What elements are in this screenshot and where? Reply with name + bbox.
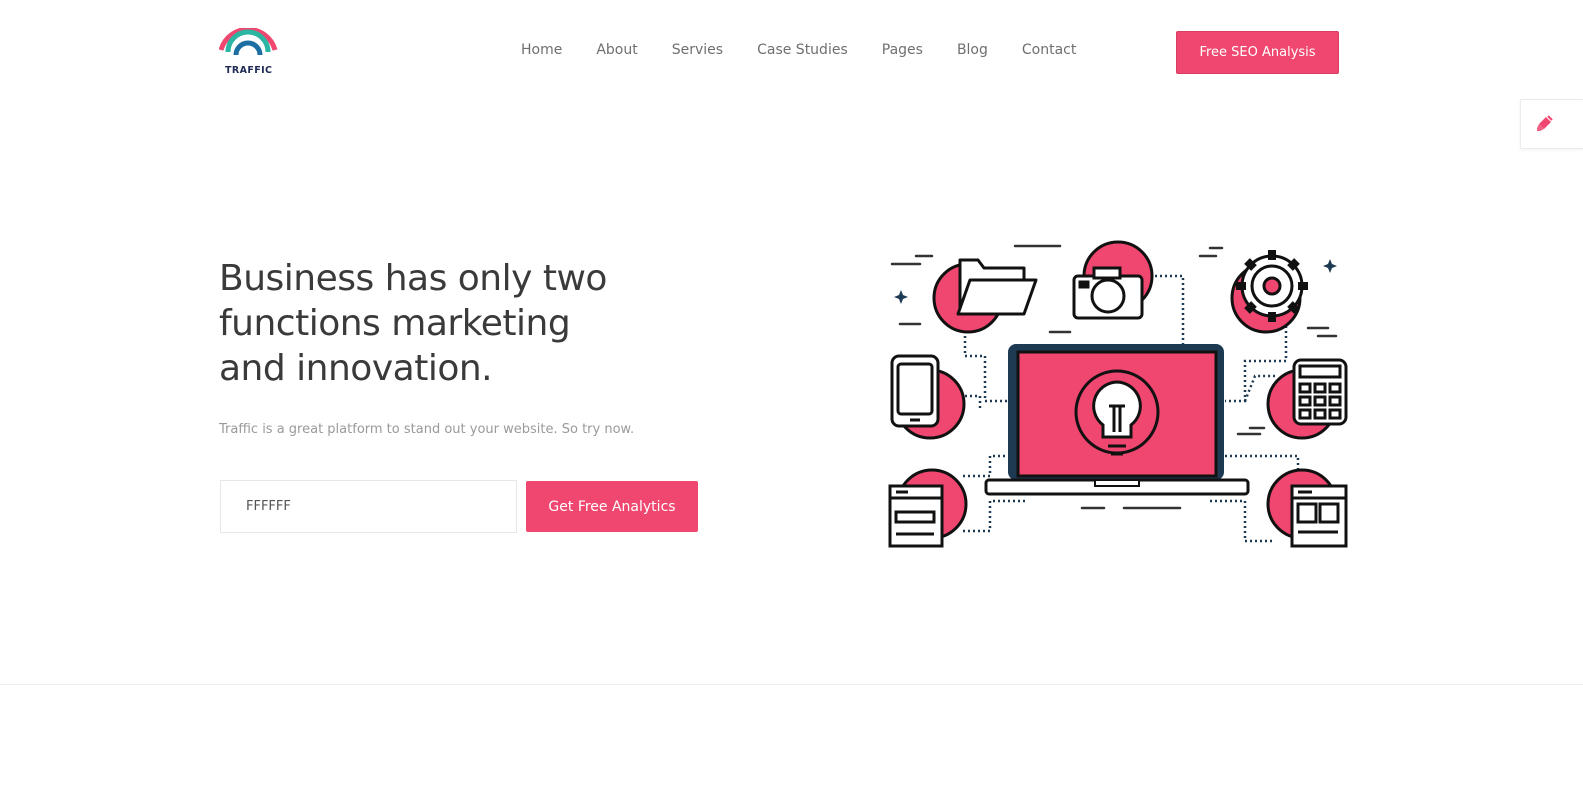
hero-subtitle: Traffic is a great platform to stand out… [219,422,635,437]
main-nav: Home About Servies Case Studies Pages Bl… [521,42,1076,58]
lightbulb-icon [1074,369,1160,456]
free-seo-analysis-button[interactable]: Free SEO Analysis [1176,31,1339,74]
calculator-icon [1292,358,1348,426]
logo-arcs-icon [219,28,278,56]
camera-icon [1072,266,1144,320]
smartphone-icon [890,354,940,428]
nav-item-services[interactable]: Servies [672,42,723,58]
nav-item-home[interactable]: Home [521,42,562,58]
brand-name: TRAFFIC [225,65,273,76]
layout-window-icon [1290,484,1348,548]
hero-input[interactable] [220,480,517,533]
site-header: TRAFFIC Home About Servies Case Studies … [0,0,1583,105]
hero-title: Business has only two functions marketin… [219,258,607,389]
nav-item-case-studies[interactable]: Case Studies [757,42,848,58]
brand-logo[interactable]: TRAFFIC [219,28,279,80]
nav-item-about[interactable]: About [596,42,637,58]
paint-brush-icon [1537,115,1553,131]
section-divider [0,684,1583,685]
hero-illustration [880,236,1355,556]
nav-item-blog[interactable]: Blog [957,42,988,58]
browser-window-icon [888,484,944,548]
folder-icon [956,258,1038,316]
get-free-analytics-button[interactable]: Get Free Analytics [526,481,698,532]
nav-item-contact[interactable]: Contact [1022,42,1076,58]
nav-item-pages[interactable]: Pages [882,42,923,58]
style-switcher-toggle[interactable] [1520,99,1583,149]
